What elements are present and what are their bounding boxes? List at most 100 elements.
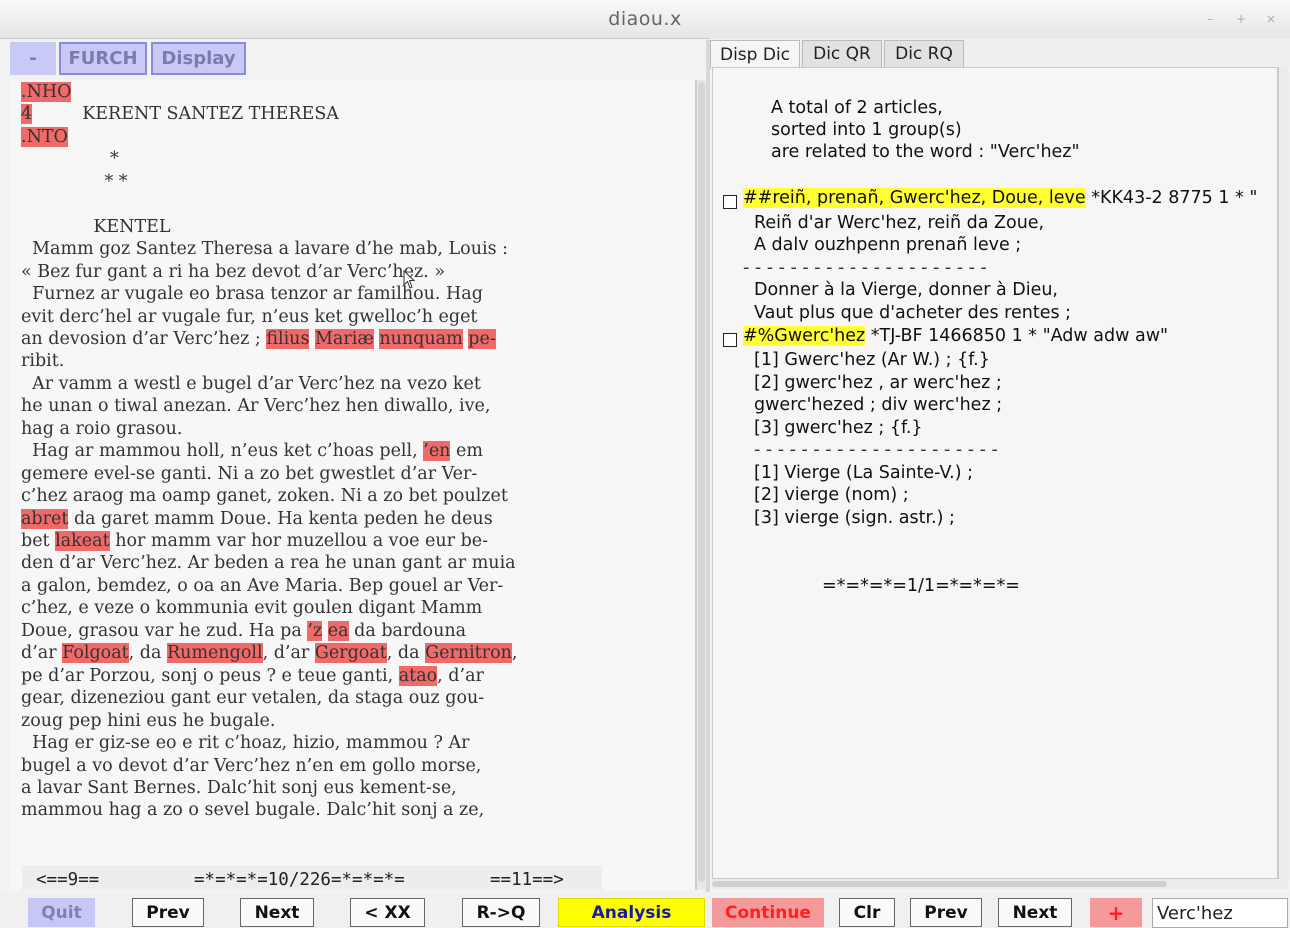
analysis-button[interactable]: Analysis — [558, 898, 705, 927]
text-segment: pe d’ar Porzou, sonj o peus ? e teue gan… — [21, 665, 399, 686]
text-display[interactable]: .NHO 4 KERENT SANTEZ THERESA .NTO * * * KE… — [10, 80, 696, 890]
text-segment: a galon, bemdez, o oa an Ave Maria. Bep … — [21, 575, 504, 596]
highlighted-word: lakeat — [55, 531, 110, 551]
entry-line: Reiñ d'ar Werc'hez, reiñ da Zoue, — [754, 213, 1045, 233]
summary-line: sorted into 1 group(s) — [771, 120, 962, 140]
pager-next: ==11==> — [490, 870, 564, 890]
summary-line: are related to the word : "Verc'hez" — [771, 142, 1080, 162]
text-segment: * — [21, 149, 119, 170]
text-line: c’hez araog ma oamp ganet, zoken. Ni a z… — [21, 486, 508, 506]
text-line: zoug pep hini eus he bugale. — [21, 711, 275, 731]
furch-button[interactable]: FURCH — [59, 42, 147, 75]
text-line: hag a roio grasou. — [21, 419, 182, 439]
group-counter: =*=*=*=1/1=*=*=*= — [822, 576, 1020, 596]
text-segment: Ar vamm a westl e bugel d’ar Verc’hez na… — [21, 373, 481, 394]
clear-button[interactable]: Clr — [839, 898, 895, 927]
quit-button[interactable]: Quit — [28, 898, 95, 927]
dic-next-button[interactable]: Next — [998, 898, 1072, 927]
scroll-thumb[interactable] — [698, 82, 705, 882]
entry-line: [2] vierge (nom) ; — [754, 485, 909, 505]
close-icon[interactable]: × — [1266, 12, 1276, 26]
back-xx-button[interactable]: < XX — [350, 898, 425, 927]
text-line: Mamm goz Santez Theresa a lavare d’he ma… — [21, 239, 508, 259]
prev-button[interactable]: Prev — [132, 898, 204, 927]
text-line: pe d’ar Porzou, sonj o peus ? e teue gan… — [21, 665, 484, 686]
add-button[interactable]: + — [1090, 898, 1142, 927]
highlighted-word: Gernitron — [425, 643, 512, 664]
text-line: abret da garet mamm Doue. Ha kenta peden… — [21, 508, 493, 529]
highlighted-word: Rumengoll — [167, 643, 263, 664]
word-input[interactable] — [1152, 898, 1288, 928]
text-segment: Hag ar mammou holl, n’eus ket c’hoas pel… — [21, 441, 424, 462]
text-segment: « Bez fur gant a ri ha bez devot d’ar Ve… — [21, 261, 446, 282]
dictionary-panel[interactable]: A total of 2 articles, sorted into 1 gro… — [712, 67, 1278, 879]
text-segment: ribit. — [21, 351, 65, 372]
entry-checkbox[interactable] — [723, 333, 737, 347]
text-segment: da garet mamm Doue. Ha kenta peden he de… — [68, 508, 493, 529]
highlighted-word: Mariæ — [315, 328, 374, 349]
entry-line: [1] Gwerc'hez (Ar W.) ; {f.} — [754, 350, 990, 370]
right-vertical-scrollbar[interactable] — [1278, 67, 1289, 879]
highlighted-word: atao — [398, 665, 438, 686]
entry-line: A dalv ouzhpenn prenañ leve ; — [754, 235, 1022, 255]
text-segment: zoug pep hini eus he bugale. — [21, 710, 276, 731]
text-segment: gemere evel-se ganti. Ni a zo bet gwestl… — [21, 463, 478, 484]
text-line: 4 KERENT SANTEZ THERESA — [21, 104, 339, 125]
right-horizontal-scrollbar[interactable] — [712, 879, 1288, 889]
text-segment: KENTEL — [21, 216, 171, 237]
text-line: a galon, bemdez, o oa an Ave Maria. Bep … — [21, 576, 503, 596]
display-button[interactable]: Display — [151, 42, 246, 75]
text-line: bugel a vo devot d’ar Verc’hez n’en em g… — [21, 756, 481, 776]
text-line: * — [21, 149, 119, 169]
text-segment: , da — [128, 643, 167, 664]
text-segment: , — [511, 643, 518, 664]
next-button[interactable]: Next — [240, 898, 314, 927]
text-line: Hag ar mammou holl, n’eus ket c’hoas pel… — [21, 441, 483, 462]
dic-prev-button[interactable]: Prev — [910, 898, 982, 927]
text-line: d’ar Folgoat, da Rumengoll, d’ar Gergoat… — [21, 643, 518, 664]
entry-line: [1] Vierge (La Sainte-V.) ; — [754, 463, 974, 483]
tab-dic-rq[interactable]: Dic RQ — [884, 40, 964, 67]
scroll-thumb[interactable] — [712, 881, 1167, 887]
entry-line: [3] vierge (sign. astr.) ; — [754, 508, 955, 528]
text-line: Ar vamm a westl e bugel d’ar Verc’hez na… — [21, 374, 481, 394]
highlighted-word: .NHO — [21, 82, 72, 102]
entry-line: [3] gwerc'hez ; {f.} — [754, 418, 923, 438]
entry-separator: - - - - - - - - - - - - - - - - - - - - … — [743, 258, 987, 278]
pane-divider[interactable] — [706, 40, 710, 892]
text-line: gemere evel-se ganti. Ni a zo bet gwestl… — [21, 464, 477, 484]
text-segment: bugel a vo devot d’ar Verc’hez n’en em g… — [21, 755, 482, 776]
tab-dic-qr[interactable]: Dic QR — [802, 40, 882, 67]
maximize-icon[interactable]: + — [1236, 12, 1246, 26]
text-line: gear, dizeneziou gant eur vetalen, da st… — [21, 688, 484, 708]
text-segment: d’ar — [21, 643, 63, 664]
tab-bar: Disp Dic Dic QR Dic RQ — [710, 38, 1290, 69]
text-segment: Doue, grasou var he zud. Ha pa — [21, 620, 308, 641]
mouse-cursor-icon — [403, 270, 416, 289]
tab-disp-dic[interactable]: Disp Dic — [710, 40, 800, 69]
text-line: ribit. — [21, 351, 64, 371]
entry-line: Donner à la Vierge, donner à Dieu, — [754, 280, 1058, 300]
highlighted-word: .NTO — [21, 126, 68, 147]
minus-button[interactable]: - — [10, 42, 56, 75]
text-segment: da bardouna — [348, 620, 467, 641]
text-segment: an devosion d’ar Verc’hez ; — [21, 328, 267, 349]
text-line: .NTO — [21, 126, 68, 147]
highlighted-word: pe- — [468, 328, 496, 349]
entry-heading-rest: *TJ-BF 1466850 1 * "Adw adw aw" — [865, 326, 1169, 346]
text-segment: , da — [386, 643, 426, 664]
entry-line: [2] gwerc'hez , ar werc'hez ; — [754, 373, 1002, 393]
entry-checkbox[interactable] — [723, 195, 737, 209]
text-line: * * — [21, 171, 128, 192]
highlighted-word: nunquam — [379, 328, 463, 349]
text-segment: * * — [21, 171, 128, 192]
continue-button[interactable]: Continue — [712, 898, 824, 927]
window-title: diaou.x — [608, 8, 682, 30]
r-to-q-button[interactable]: R->Q — [462, 898, 540, 927]
text-line: bet lakeat hor mamm var hor muzellou a v… — [21, 531, 488, 551]
text-segment: Hag er giz-se eo e rit c’hoaz, hizio, ma… — [21, 733, 470, 754]
minimize-icon[interactable]: – — [1207, 12, 1213, 26]
entry-heading-highlight: #%Gwerc'hez — [743, 326, 866, 346]
text-line: evit derc’hel ar vugale fur, n’eus ket g… — [21, 307, 477, 327]
text-line: a lavar Sant Bernes. Dalc’hit sonj eus k… — [21, 778, 457, 798]
